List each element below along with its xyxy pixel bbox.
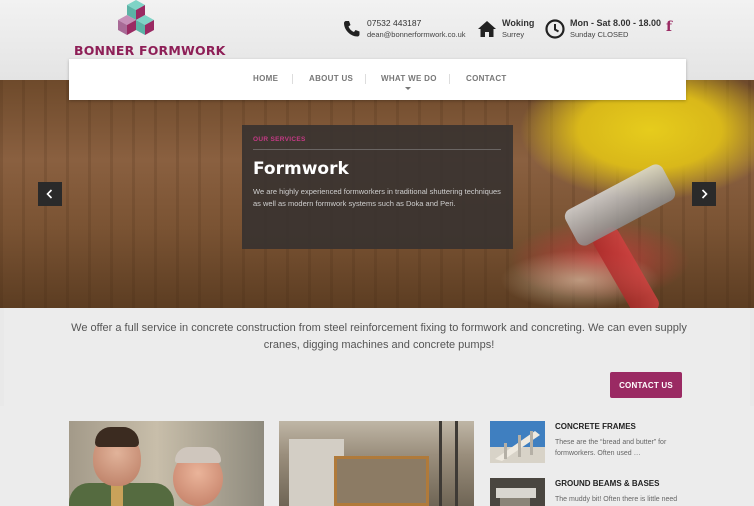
email-link[interactable]: dean@bonnerformwork.co.uk xyxy=(367,29,466,40)
chevron-left-icon xyxy=(46,189,53,199)
slide-tag: OUR SERVICES xyxy=(253,136,306,143)
photo-person-hair xyxy=(95,427,139,447)
service-title[interactable]: GROUND BEAMS & BASES xyxy=(555,479,659,488)
logo[interactable]: BONNER FORMWORK xyxy=(74,0,225,58)
location-sub: Surrey xyxy=(502,30,525,39)
lower-content: CONCRETE FRAMES These are the “bread and… xyxy=(0,406,754,506)
nav-divider xyxy=(365,74,366,84)
construction-site-photo xyxy=(279,421,474,506)
service-item[interactable]: GROUND BEAMS & BASES The muddy bit! Ofte… xyxy=(490,478,740,506)
photo-person-hair xyxy=(175,447,221,463)
ground-beams-image xyxy=(490,478,545,506)
phone-info: 07532 443187 dean@bonnerformwork.co.uk xyxy=(342,18,466,40)
hours-sub: Sunday CLOSED xyxy=(570,30,629,39)
nav-divider xyxy=(449,74,450,84)
phone-icon xyxy=(344,21,360,37)
chevron-down-icon xyxy=(405,87,411,90)
intro-text: We offer a full service in concrete cons… xyxy=(71,322,687,351)
photo-scaffold-pole xyxy=(455,421,458,506)
facebook-icon[interactable]: f xyxy=(666,19,672,35)
nav-divider xyxy=(292,74,293,84)
concrete-frames-thumbnail[interactable] xyxy=(490,421,545,463)
main-nav: HOME ABOUT US WHAT WE DO CONTACT xyxy=(69,59,686,100)
concrete-frames-image xyxy=(490,421,545,463)
hero-slider: OUR SERVICES Formwork We are highly expe… xyxy=(0,80,754,308)
ground-beams-thumbnail[interactable] xyxy=(490,478,545,506)
slider-prev-button[interactable] xyxy=(38,182,62,206)
home-icon xyxy=(478,21,496,37)
nav-contact[interactable]: CONTACT xyxy=(466,74,507,83)
chevron-right-icon xyxy=(701,189,708,199)
service-text: The muddy bit! Often there is little nee… xyxy=(555,496,678,503)
brand-name: BONNER FORMWORK xyxy=(74,43,226,58)
hours-title: Mon - Sat 8.00 - 18.00 xyxy=(570,18,662,28)
location-info: Woking Surrey xyxy=(477,18,534,40)
contact-us-button[interactable]: CONTACT US xyxy=(610,372,682,398)
nav-home[interactable]: HOME xyxy=(253,74,278,83)
nav-what-we-do[interactable]: WHAT WE DO xyxy=(381,74,437,83)
service-text: These are the “bread and butter” for for… xyxy=(555,439,667,457)
clock-icon xyxy=(545,19,565,39)
intro-section: We offer a full service in concrete cons… xyxy=(4,308,750,406)
nav-about-us[interactable]: ABOUT US xyxy=(309,74,353,83)
location-title: Woking xyxy=(502,18,535,28)
service-title[interactable]: CONCRETE FRAMES xyxy=(555,422,636,431)
photo-scaffold-pole xyxy=(439,421,442,506)
service-item[interactable]: CONCRETE FRAMES These are the “bread and… xyxy=(490,421,740,471)
phone-number[interactable]: 07532 443187 xyxy=(367,18,466,29)
caption-divider xyxy=(253,149,501,150)
photo-formwork-box xyxy=(334,456,429,506)
slide-title: Formwork xyxy=(253,159,349,179)
logo-cubes-icon xyxy=(118,0,154,35)
team-photo xyxy=(69,421,264,506)
hours-info: Mon - Sat 8.00 - 18.00 Sunday CLOSED xyxy=(545,18,661,40)
slider-next-button[interactable] xyxy=(692,182,716,206)
slide-text: We are highly experienced formworkers in… xyxy=(253,187,501,208)
slide-caption: OUR SERVICES Formwork We are highly expe… xyxy=(242,125,513,249)
